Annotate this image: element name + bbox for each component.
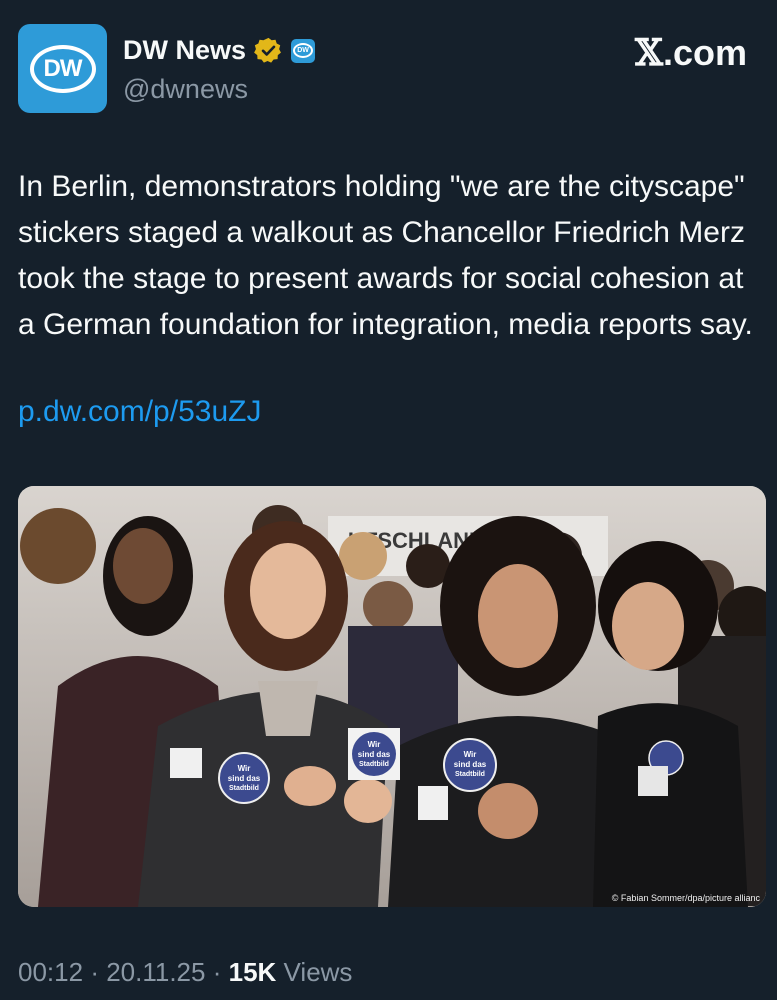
photo-illustration: UTSCHLANDST Wir sind das Stadtbild Wir s… [18, 486, 766, 907]
site-suffix: .com [662, 32, 747, 73]
sticker-text: sind das [454, 760, 487, 769]
views-label: Views [283, 957, 353, 987]
sticker-2: Wir sind das Stadtbild [348, 728, 400, 780]
display-name[interactable]: DW News [123, 35, 246, 66]
tweet-text: In Berlin, demonstrators holding "we are… [18, 170, 753, 341]
user-handle[interactable]: @dwnews [123, 74, 248, 105]
sticker-text: Wir [464, 750, 477, 759]
name-tag [170, 748, 202, 778]
sticker-text: Stadtbild [455, 771, 485, 778]
sticker-1: Wir sind das Stadtbild [218, 752, 270, 804]
sticker-text: Wir [368, 740, 381, 749]
views-count: 15K [228, 957, 277, 987]
sticker-text: Stadtbild [359, 761, 389, 768]
site-label: 𝕏.com [635, 32, 747, 74]
sticker-text: Wir [238, 764, 251, 773]
photo-credit: © Fabian Sommer/dpa/picture allianc [611, 893, 760, 903]
name-tag [418, 786, 448, 820]
avatar[interactable]: DW [18, 24, 107, 113]
tweet-photo[interactable]: UTSCHLANDST Wir sind das Stadtbild Wir s… [18, 486, 766, 907]
x-logo-icon: 𝕏 [635, 32, 663, 74]
tweet-link[interactable]: p.dw.com/p/53uZJ [18, 395, 261, 429]
sticker-3: Wir sind das Stadtbild [443, 738, 497, 792]
separator-dot: · [212, 957, 229, 987]
dw-logo: DW [29, 44, 96, 93]
separator-dot: · [90, 957, 107, 987]
sticker-text: Stadtbild [229, 785, 259, 792]
sticker-text: sind das [358, 750, 391, 759]
affiliate-badge-icon[interactable]: DW [291, 38, 316, 63]
tweet-time[interactable]: 00:12 [18, 957, 83, 987]
tweet-header: DW DW News DW @dwnews 𝕏.com [18, 24, 759, 114]
affiliate-badge-text: DW [293, 43, 314, 58]
sticker-text: sind das [228, 774, 261, 783]
tweet-date[interactable]: 20.11.25 [106, 957, 205, 987]
verified-badge-icon [254, 37, 281, 63]
name-tag [638, 766, 668, 796]
name-row: DW News DW [123, 35, 316, 66]
tweet-meta: 00:12 · 20.11.25 · 15K Views [18, 957, 352, 988]
